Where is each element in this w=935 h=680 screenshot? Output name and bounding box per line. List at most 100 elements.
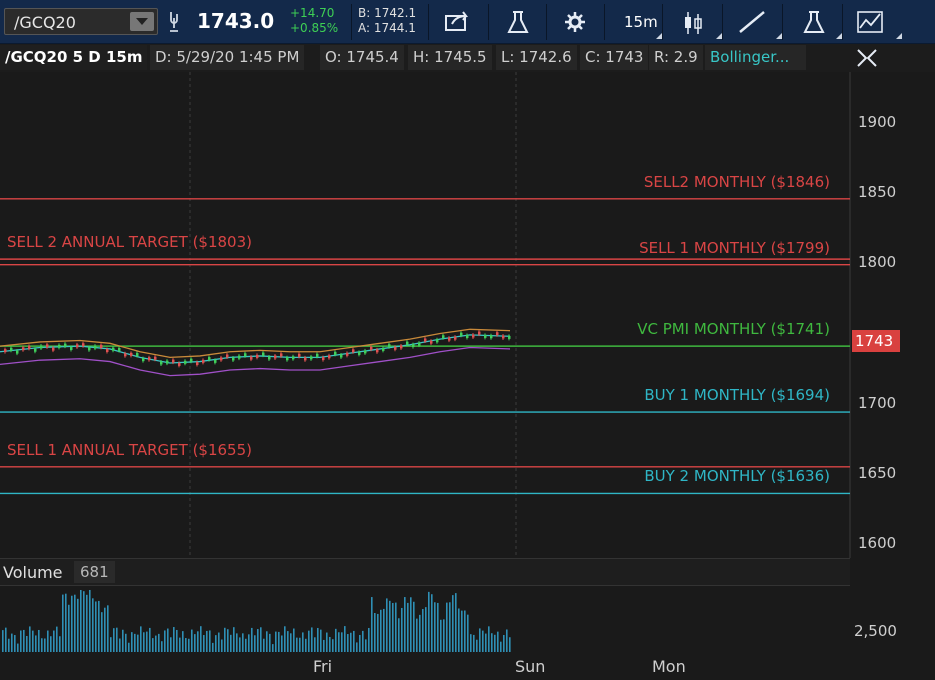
volume-bar: [365, 639, 367, 652]
y-axis-tick: 1600: [858, 534, 897, 552]
candle-body: [430, 340, 433, 344]
volume-bar: [347, 634, 349, 652]
volume-bar: [500, 641, 502, 652]
symbol-dropdown-button[interactable]: [130, 12, 154, 31]
volume-bar: [56, 626, 58, 652]
timeframe-button[interactable]: 15m: [606, 4, 662, 40]
candle-body: [250, 356, 253, 360]
volume-bar: [116, 627, 118, 652]
candle-body: [124, 353, 127, 357]
chart-type-button[interactable]: [664, 4, 722, 40]
volume-bar: [188, 638, 190, 652]
volume-bar: [161, 641, 163, 652]
bollinger-study-label[interactable]: Bollinger...: [705, 45, 806, 70]
volume-bar: [371, 597, 373, 652]
candle-body: [364, 350, 367, 354]
volume-bar: [443, 619, 445, 652]
candle-body: [28, 345, 31, 349]
settings-button[interactable]: [548, 4, 604, 40]
pattern-icon: [857, 11, 883, 33]
volume-bar: [410, 597, 412, 652]
volume-bar: [311, 627, 313, 652]
candle-body: [484, 334, 487, 338]
x-axis-label-mon: Mon: [652, 657, 686, 676]
volume-bar: [485, 633, 487, 652]
volume-bar: [461, 610, 463, 652]
link-icon[interactable]: [164, 9, 184, 35]
drawing-line-icon: [739, 11, 765, 33]
volume-bar: [242, 633, 244, 652]
symbol-selector[interactable]: /GCQ20: [4, 8, 158, 35]
volume-bar: [314, 637, 316, 652]
candle-body: [340, 354, 343, 358]
volume-bar: [176, 629, 178, 652]
volume-bar: [350, 632, 352, 652]
timeframe-label: 15m: [624, 13, 658, 31]
volume-bar: [464, 610, 466, 652]
toolbar-divider: [488, 4, 489, 40]
volume-bar: [65, 593, 67, 652]
candle-body: [58, 344, 61, 348]
last-price: 1743.0: [197, 9, 275, 33]
volume-bar: [191, 629, 193, 652]
volume-bar: [506, 629, 508, 652]
volume-bar: [383, 608, 385, 652]
volume-bar: [287, 631, 289, 652]
volume-bar: [329, 636, 331, 652]
candle-body: [454, 336, 457, 340]
volume-bar: [332, 639, 334, 652]
volume-bar: [338, 632, 340, 652]
candle-body: [112, 347, 115, 351]
volume-bar: [41, 638, 43, 652]
volume-bar: [179, 637, 181, 652]
price-level-label: BUY 2 MONTHLY ($1636): [644, 467, 830, 486]
volume-bar: [74, 594, 76, 652]
style-toggle-icon[interactable]: [852, 46, 882, 72]
x-axis-label-fri: Fri: [313, 657, 333, 676]
volume-bar: [152, 638, 154, 652]
candle-body: [310, 356, 313, 360]
volume-bar: [20, 630, 22, 652]
volume-bar: [86, 594, 88, 652]
candle-body: [472, 334, 475, 338]
candle-body: [22, 347, 25, 351]
volume-bar: [395, 602, 397, 652]
volume-bar: [407, 602, 409, 652]
volume-bar: [341, 632, 343, 652]
volume-bar: [269, 633, 271, 652]
volume-bar: [482, 630, 484, 652]
candle-body: [106, 349, 109, 353]
volume-bar: [230, 634, 232, 652]
volume-bar: [17, 643, 19, 652]
volume-bar: [296, 637, 298, 652]
candle-body: [478, 331, 481, 335]
candle-body: [358, 351, 361, 355]
drawing-button[interactable]: [724, 4, 782, 40]
study-button[interactable]: [490, 4, 546, 40]
volume-bars: [2, 590, 511, 652]
volume-bar: [362, 630, 364, 652]
volume-bar: [92, 598, 94, 652]
volume-bar: [32, 630, 34, 652]
volume-chart[interactable]: [0, 586, 850, 652]
volume-bar: [248, 634, 250, 652]
patterns-button[interactable]: [844, 4, 902, 40]
candle-body: [184, 360, 187, 364]
volume-bar: [170, 637, 172, 652]
candle-body: [190, 358, 193, 362]
studies-button[interactable]: [784, 4, 842, 40]
symbol-input[interactable]: /GCQ20: [14, 13, 76, 32]
candle-body: [46, 344, 49, 348]
volume-bar: [428, 591, 430, 652]
volume-title: Volume: [3, 563, 63, 582]
volume-bar: [320, 629, 322, 652]
share-button[interactable]: [430, 4, 488, 40]
candle-body: [352, 349, 355, 353]
x-axis-label-sun: Sun: [515, 657, 546, 676]
volume-bar: [299, 637, 301, 652]
candle-body: [448, 337, 451, 341]
volume-bar: [335, 628, 337, 652]
chart-info-bar: /GCQ20 5 D 15m D: 5/29/20 1:45 PM O: 174…: [0, 44, 935, 72]
volume-bar: [254, 635, 256, 652]
volume-bar: [446, 602, 448, 652]
